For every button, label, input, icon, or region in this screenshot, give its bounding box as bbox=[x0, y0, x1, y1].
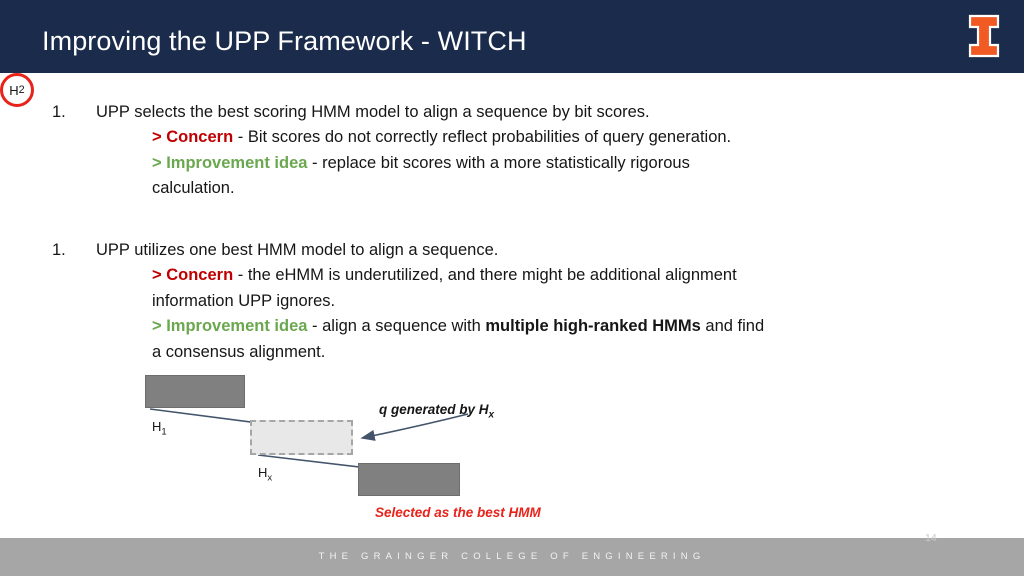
improvement-emphasis: multiple high-ranked HMMs bbox=[485, 317, 701, 335]
improvement-text-2a: - align a sequence with bbox=[307, 317, 486, 335]
hmm-box-h2 bbox=[358, 463, 460, 496]
hmm-box-hx bbox=[250, 420, 353, 455]
annotation-query-generated: q generated by Hx bbox=[379, 402, 494, 421]
slide-content-area: 1. UPP selects the best scoring HMM model… bbox=[0, 73, 1024, 538]
concern-text-1: - Bit scores do not correctly reflect pr… bbox=[233, 128, 732, 146]
improvement-text-2b: and find bbox=[700, 317, 765, 335]
annotation-query-sub: x bbox=[488, 409, 495, 421]
bullet-1-line-2: > Improvement idea - replace bit scores … bbox=[152, 151, 952, 177]
hmm-label-h2-text: H bbox=[9, 82, 19, 98]
hmm-label-hx-text: H bbox=[258, 465, 268, 480]
bullet-group-2: 1. UPP utilizes one best HMM model to ali… bbox=[52, 238, 952, 365]
bullet-1-line-1: > Concern - Bit scores do not correctly … bbox=[152, 125, 952, 151]
hmm-label-h1-text: H bbox=[152, 419, 162, 434]
slide-page-number: 14 bbox=[925, 532, 937, 544]
concern-label-1: > Concern bbox=[152, 128, 234, 146]
bullet-1-heading: 1. UPP selects the best scoring HMM model… bbox=[52, 100, 952, 125]
page-title: Improving the UPP Framework - WITCH bbox=[42, 26, 527, 56]
hmm-label-h1-sub: 1 bbox=[161, 426, 167, 438]
bullet-2-line-3: > Improvement idea - align a sequence wi… bbox=[152, 314, 952, 340]
improvement-label-2: > Improvement idea bbox=[152, 317, 308, 335]
footer-organization-text: THE GRAINGER COLLEGE OF ENGINEERING bbox=[318, 551, 706, 562]
hmm-label-h2-highlighted: H2 bbox=[0, 73, 34, 107]
illinois-block-i-logo bbox=[968, 14, 1000, 58]
bullet-1-number: 1. bbox=[52, 103, 66, 121]
bullet-1-text: UPP selects the best scoring HMM model t… bbox=[96, 103, 650, 121]
hmm-label-h1: H1 bbox=[152, 419, 167, 438]
slide-footer-bar: THE GRAINGER COLLEGE OF ENGINEERING 14 bbox=[0, 532, 1024, 576]
bullet-2-number: 1. bbox=[52, 241, 66, 259]
bullet-2-line-4: a consensus alignment. bbox=[152, 342, 326, 361]
improvement-text-1: - replace bit scores with a more statist… bbox=[307, 153, 690, 172]
improvement-label-1: > Improvement idea bbox=[152, 153, 308, 172]
bullet-1-line-3: calculation. bbox=[152, 179, 235, 197]
hmm-label-hx: Hx bbox=[258, 465, 272, 484]
bullet-2-line-1: > Concern - the eHMM is underutilized, a… bbox=[152, 263, 952, 289]
bullet-2-heading: 1. UPP utilizes one best HMM model to ali… bbox=[52, 238, 952, 263]
concern-text-2: - the eHMM is underutilized, and there m… bbox=[233, 266, 737, 284]
bullet-2-text: UPP utilizes one best HMM model to align… bbox=[96, 241, 499, 259]
bullet-2-line-2: information UPP ignores. bbox=[152, 291, 336, 310]
bullet-group-1: 1. UPP selects the best scoring HMM model… bbox=[52, 100, 952, 202]
concern-label-2: > Concern bbox=[152, 266, 234, 284]
annotation-query-text: q generated by H bbox=[379, 402, 489, 417]
annotation-selected-best-hmm: Selected as the best HMM bbox=[375, 505, 541, 520]
hmm-box-h1 bbox=[145, 375, 245, 408]
hmm-label-h2-sub: 2 bbox=[18, 84, 25, 96]
hmm-label-hx-sub: x bbox=[267, 472, 273, 484]
